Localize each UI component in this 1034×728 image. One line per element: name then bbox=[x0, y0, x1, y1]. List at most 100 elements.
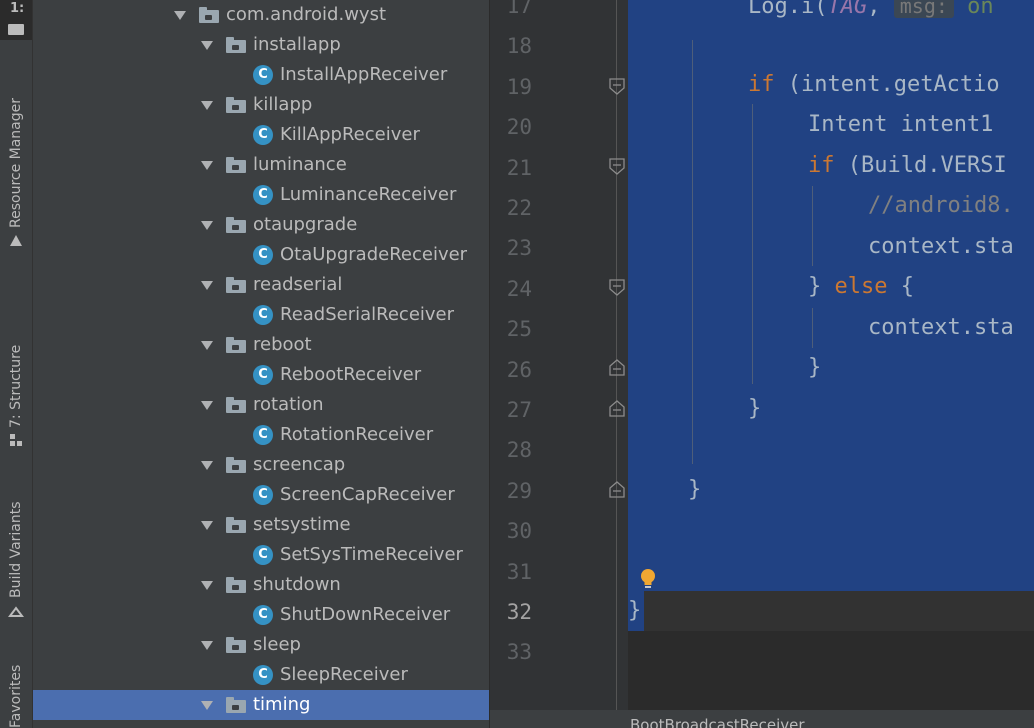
expand-arrow-icon[interactable] bbox=[200, 158, 214, 172]
tree-class-item[interactable]: C ShutDownReceiver bbox=[33, 600, 489, 630]
resource-manager-tool-tab[interactable]: Resource Manager bbox=[0, 82, 32, 252]
package-folder-icon bbox=[226, 277, 246, 293]
tree-package-item[interactable]: shutdown bbox=[33, 570, 489, 600]
tree-class-item[interactable]: C SetSysTimeReceiver bbox=[33, 540, 489, 570]
expand-arrow-icon[interactable] bbox=[200, 398, 214, 412]
line-number: 30 bbox=[506, 519, 532, 544]
tree-item-label: OtaUpgradeReceiver bbox=[280, 244, 468, 265]
structure-tool-tab[interactable]: 7: Structure bbox=[0, 338, 32, 450]
tree-package-item[interactable]: screencap bbox=[33, 450, 489, 480]
tree-package-item[interactable]: readserial bbox=[33, 270, 489, 300]
class-icon: C bbox=[253, 485, 273, 505]
code-text: (intent.getActio bbox=[774, 72, 1000, 97]
code-constant: TAG bbox=[827, 0, 868, 19]
tree-item-label: ScreenCapReceiver bbox=[280, 484, 455, 505]
expand-arrow-icon[interactable] bbox=[200, 578, 214, 592]
tree-item-label: InstallAppReceiver bbox=[280, 64, 448, 85]
line-number: 19 bbox=[506, 74, 532, 99]
expand-arrow-icon[interactable] bbox=[200, 338, 214, 352]
class-icon: C bbox=[253, 365, 273, 385]
expand-arrow-icon[interactable] bbox=[200, 638, 214, 652]
code-text: Intent intent1 bbox=[808, 112, 994, 137]
tool-window-strip: 1: Resource Manager 7: Structure Build V… bbox=[0, 0, 33, 728]
tree-item-label: rotation bbox=[253, 394, 324, 415]
fold-collapse-icon[interactable] bbox=[608, 279, 626, 297]
editor-bottom-tab-bar: BootBroadcastReceiver bbox=[490, 710, 1034, 728]
tree-package-item[interactable]: reboot bbox=[33, 330, 489, 360]
line-number: 26 bbox=[506, 357, 532, 382]
package-folder-icon bbox=[226, 517, 246, 533]
build-variants-label: Build Variants bbox=[8, 501, 24, 598]
fold-end-icon[interactable] bbox=[608, 399, 626, 417]
code-text: { bbox=[887, 274, 914, 299]
intention-bulb-icon[interactable] bbox=[638, 568, 658, 592]
package-folder-icon bbox=[226, 157, 246, 173]
code-line-23: context.sta bbox=[868, 227, 1014, 267]
tree-item-label: RotationReceiver bbox=[280, 424, 434, 445]
tree-class-item[interactable]: C SleepReceiver bbox=[33, 660, 489, 690]
expand-arrow-icon[interactable] bbox=[200, 698, 214, 712]
resource-manager-icon bbox=[10, 235, 22, 246]
project-tool-tab[interactable]: 1: bbox=[0, 0, 32, 40]
tree-item-label: com.android.wyst bbox=[226, 4, 387, 25]
tree-class-item[interactable]: C InstallAppReceiver bbox=[33, 60, 489, 90]
fold-collapse-icon[interactable] bbox=[608, 78, 626, 96]
line-number: 32 bbox=[506, 600, 532, 624]
tree-package-item[interactable]: rotation bbox=[33, 390, 489, 420]
tree-item-label: readserial bbox=[253, 274, 343, 295]
line-number: 25 bbox=[506, 317, 532, 342]
editor-bottom-tab[interactable]: BootBroadcastReceiver bbox=[630, 716, 805, 728]
project-tool-tab-label: 1: bbox=[10, 1, 25, 16]
tree-package-item[interactable]: installapp bbox=[33, 30, 489, 60]
tree-class-item[interactable]: C ScreenCapReceiver bbox=[33, 480, 489, 510]
package-folder-icon bbox=[226, 37, 246, 53]
code-keyword: if bbox=[748, 72, 775, 97]
expand-arrow-icon[interactable] bbox=[200, 278, 214, 292]
package-folder-icon bbox=[226, 397, 246, 413]
tree-class-item[interactable]: C OtaUpgradeReceiver bbox=[33, 240, 489, 270]
tree-item-label: timing bbox=[253, 694, 311, 715]
parameter-hint: msg: bbox=[893, 0, 954, 18]
fold-end-icon[interactable] bbox=[608, 358, 626, 376]
expand-arrow-icon[interactable] bbox=[173, 8, 187, 22]
tree-class-item[interactable]: C LuminanceReceiver bbox=[33, 180, 489, 210]
expand-arrow-icon[interactable] bbox=[200, 218, 214, 232]
tree-item-label: sleep bbox=[253, 634, 301, 655]
tree-item-label: installapp bbox=[253, 34, 341, 55]
line-number: 17 bbox=[506, 0, 532, 18]
code-editor[interactable]: Log.i(TAG, msg: on if (intent.getActio I… bbox=[628, 0, 1034, 710]
tree-class-item[interactable]: C ReadSerialReceiver bbox=[33, 300, 489, 330]
expand-arrow-icon[interactable] bbox=[200, 38, 214, 52]
line-number: 21 bbox=[506, 155, 532, 180]
package-folder-icon bbox=[226, 697, 246, 713]
tree-package-item[interactable]: timing bbox=[33, 690, 489, 720]
class-icon: C bbox=[253, 65, 273, 85]
tree-class-item[interactable]: C RotationReceiver bbox=[33, 420, 489, 450]
code-line-32: } bbox=[628, 591, 641, 631]
tree-package-item[interactable]: sleep bbox=[33, 630, 489, 660]
build-variants-tool-tab[interactable]: Build Variants bbox=[0, 490, 32, 620]
tree-class-item[interactable]: C KillAppReceiver bbox=[33, 120, 489, 150]
class-icon: C bbox=[253, 245, 273, 265]
line-number: 22 bbox=[506, 196, 532, 220]
favorites-tool-tab[interactable]: Favorites bbox=[0, 660, 32, 728]
code-line-24: } else { bbox=[808, 267, 914, 307]
expand-arrow-icon[interactable] bbox=[200, 518, 214, 532]
tree-class-item[interactable]: C RebootReceiver bbox=[33, 360, 489, 390]
line-number: 27 bbox=[506, 398, 532, 422]
fold-end-icon[interactable] bbox=[608, 480, 626, 498]
code-string: on bbox=[953, 0, 994, 19]
expand-arrow-icon[interactable] bbox=[200, 98, 214, 112]
tree-item-label: RebootReceiver bbox=[280, 364, 422, 385]
class-icon: C bbox=[253, 185, 273, 205]
tree-package-item[interactable]: com.android.wyst bbox=[33, 0, 489, 30]
tree-package-item[interactable]: luminance bbox=[33, 150, 489, 180]
line-number: 31 bbox=[506, 559, 532, 584]
tree-package-item[interactable]: killapp bbox=[33, 90, 489, 120]
tree-package-item[interactable]: setsystime bbox=[33, 510, 489, 540]
project-tree: com.android.wyst installapp C InstallAppRec… bbox=[33, 0, 489, 728]
tree-package-item[interactable]: otaupgrade bbox=[33, 210, 489, 240]
line-number: 28 bbox=[506, 438, 532, 463]
fold-collapse-icon[interactable] bbox=[608, 158, 626, 176]
expand-arrow-icon[interactable] bbox=[200, 458, 214, 472]
